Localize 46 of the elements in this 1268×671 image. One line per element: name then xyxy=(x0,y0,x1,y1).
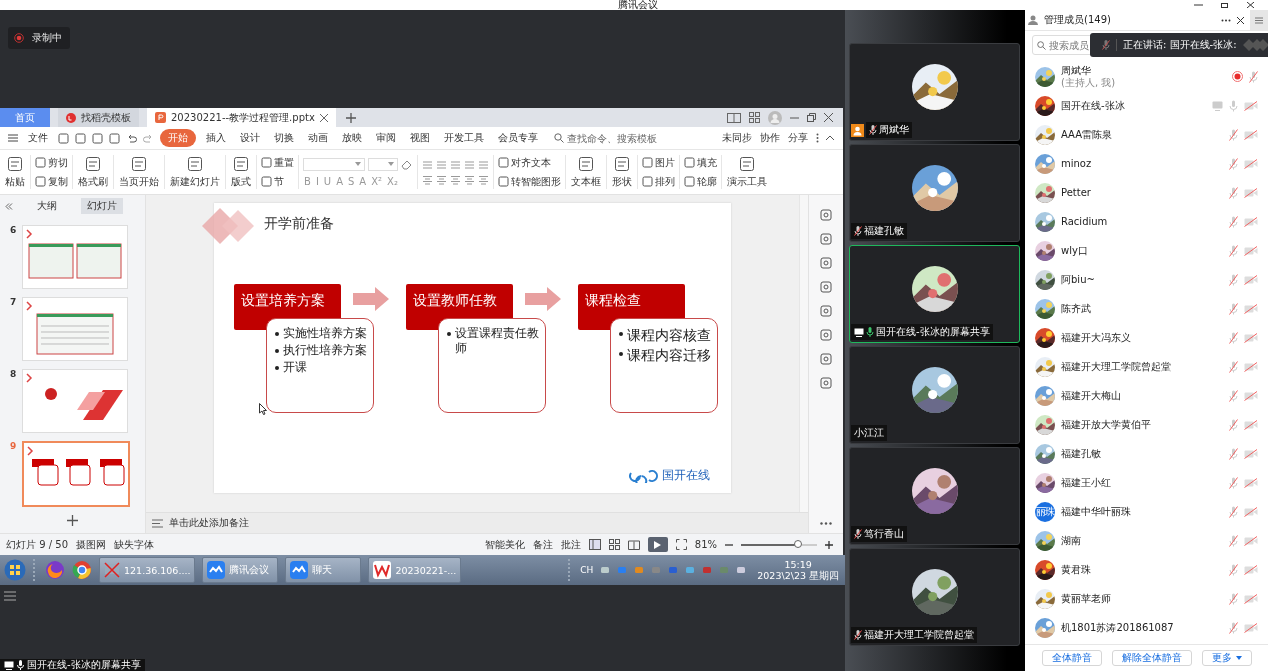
member-name: 福建开大理工学院曾起堂 xyxy=(1061,360,1171,373)
tab-label: 首页 xyxy=(15,110,35,125)
member-name: 福建中华叶丽珠 xyxy=(1061,505,1131,518)
member-name: 陈齐武 xyxy=(1061,302,1091,315)
logo-text: 国开在线 xyxy=(662,467,710,484)
slide-counter: 幻灯片 9 / 50 xyxy=(6,537,68,552)
member-name: 福建开大梅山 xyxy=(1061,389,1121,402)
recording-label: 录制中 xyxy=(32,31,62,45)
member-name: minoz xyxy=(1061,157,1092,170)
panel-title: 管理成员(149) xyxy=(1044,13,1111,27)
slide-number: 7 xyxy=(10,297,16,307)
speaking-text: 正在讲话: 国开在线-张冰: xyxy=(1123,38,1237,52)
member-name: 黄丽苹老师 xyxy=(1061,592,1111,605)
member-name: 湖南 xyxy=(1061,534,1081,547)
member-name: AAA雷陈泉 xyxy=(1061,128,1113,141)
member-name: 国开在线-张冰 xyxy=(1061,99,1125,112)
member-role: (主持人, 我) xyxy=(1061,76,1116,89)
avatar: 丽珠 xyxy=(1035,501,1055,522)
member-name: 黄君珠 xyxy=(1061,563,1091,576)
window-title: 腾讯会议 xyxy=(618,0,658,10)
participant-name: 福建孔敏 xyxy=(864,224,904,238)
tab-label: 找稻壳模板 xyxy=(81,110,131,125)
member-name: Racidium xyxy=(1061,215,1108,228)
share-label-text: 国开在线-张冰的屏幕共享 xyxy=(27,658,141,671)
member-name: 福建孔敏 xyxy=(1061,447,1101,460)
member-name: Petter xyxy=(1061,186,1091,199)
bullet-text: 课程内容迁移 xyxy=(627,346,711,364)
participant-name: 笃行香山 xyxy=(864,527,904,541)
member-name: 阿biu~ xyxy=(1061,273,1095,286)
slide-number: 6 xyxy=(10,225,16,235)
member-name: 福建开放大学黄伯平 xyxy=(1061,418,1151,431)
participant-name: 小江江 xyxy=(854,426,884,440)
member-name: 福建开大冯东义 xyxy=(1061,331,1131,344)
member-name: 周斌华 xyxy=(1061,64,1092,76)
bullet-text: 开课 xyxy=(283,360,307,375)
participant-name: 福建开大理工学院曾起堂 xyxy=(864,628,974,642)
slide-title: 开学前准备 xyxy=(264,215,334,233)
participant-name: 周斌华 xyxy=(879,123,909,137)
slide-number: 8 xyxy=(10,369,16,379)
bullet-text: 执行性培养方案 xyxy=(283,343,367,358)
member-name: 机1801苏涛201861087 xyxy=(1061,621,1174,634)
member-name: wly口 xyxy=(1061,244,1088,257)
tab-label: 20230221--教学过程管理.pptx xyxy=(171,110,315,125)
slide-number: 9 xyxy=(10,441,16,451)
participant-name: 国开在线-张冰的屏幕共享 xyxy=(876,325,990,339)
member-name: 福建王小红 xyxy=(1061,476,1111,489)
